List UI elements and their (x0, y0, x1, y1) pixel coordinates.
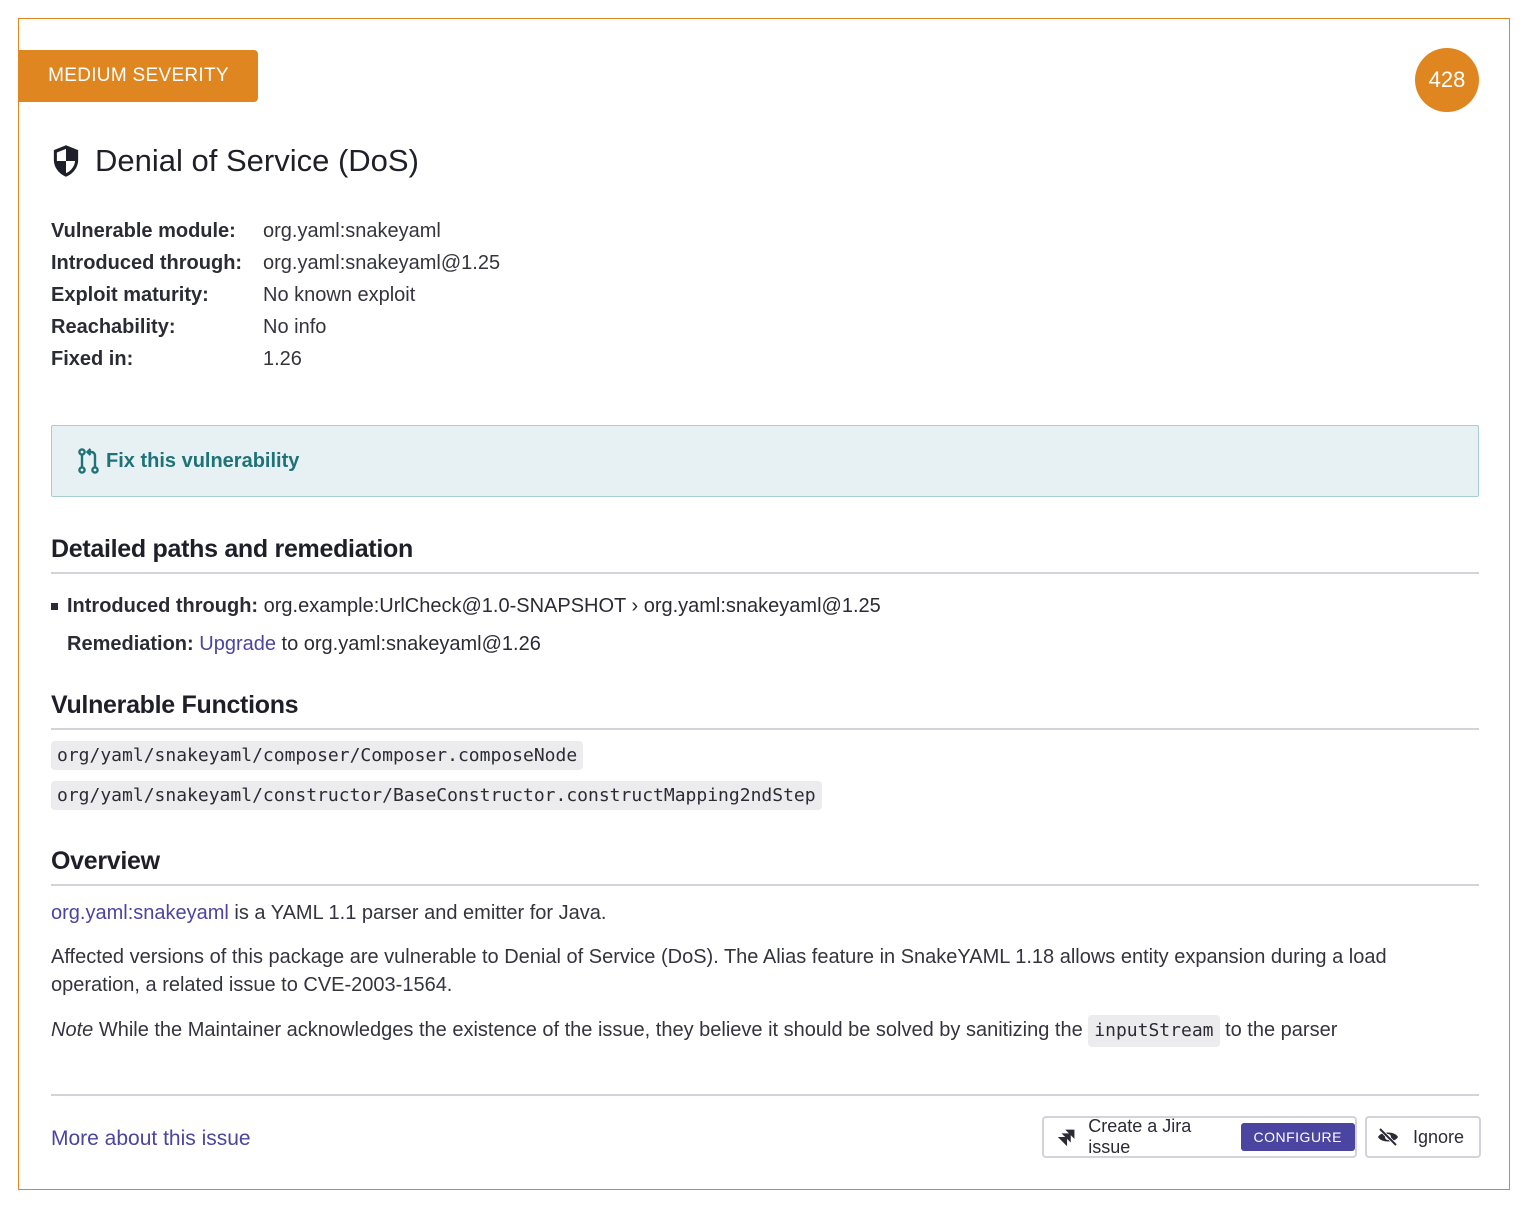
configure-button[interactable]: CONFIGURE (1240, 1123, 1355, 1151)
jira-icon (1057, 1129, 1075, 1147)
meta-row-module: Vulnerable module: org.yaml:snakeyaml (51, 215, 500, 247)
eye-slash-icon (1378, 1127, 1398, 1147)
meta-row-reachability: Reachability: No info (51, 311, 500, 343)
shield-icon (53, 145, 79, 177)
footer-divider (51, 1094, 1479, 1096)
meta-label: Introduced through: (51, 252, 243, 274)
more-about-issue-link[interactable]: More about this issue (51, 1127, 251, 1151)
meta-value: 1.26 (263, 348, 302, 370)
title-text: Denial of Service (DoS) (95, 143, 419, 178)
path-item: Introduced through: org.example:UrlCheck… (51, 587, 881, 625)
upgrade-link[interactable]: Upgrade (199, 625, 276, 663)
overview-paragraph: org.yaml:snakeyaml is a YAML 1.1 parser … (51, 899, 1451, 927)
meta-label: Reachability: (51, 316, 176, 338)
overview-body: org.yaml:snakeyaml is a YAML 1.1 parser … (51, 899, 1451, 1063)
meta-value: org.yaml:snakeyaml@1.25 (263, 252, 501, 274)
inline-code: inputStream (1088, 1015, 1220, 1047)
function-item: org/yaml/snakeyaml/composer/Composer.com… (51, 741, 584, 770)
fix-vulnerability-label: Fix this vulnerability (106, 449, 300, 472)
paths-list: Introduced through: org.example:UrlCheck… (51, 587, 881, 663)
pull-request-icon (78, 448, 99, 474)
overview-heading: Overview (51, 847, 1479, 886)
severity-badge: MEDIUM SEVERITY (19, 50, 258, 102)
introduced-value: org.example:UrlCheck@1.0-SNAPSHOT › org.… (263, 595, 881, 617)
overview-paragraph: Affected versions of this package are vu… (51, 946, 1387, 996)
remediation-text: to org.yaml:snakeyaml@1.26 (281, 633, 541, 655)
paths-heading: Detailed paths and remediation (51, 535, 1479, 574)
overview-text: to the parser (1225, 1019, 1338, 1041)
meta-row-introduced: Introduced through: org.yaml:snakeyaml@1… (51, 247, 500, 279)
fix-panel: Fix this vulnerability (51, 425, 1479, 497)
meta-value: org.yaml:snakeyaml (263, 220, 441, 242)
ignore-button[interactable]: Ignore (1365, 1116, 1481, 1158)
remediation-row: Remediation: Upgrade to org.yaml:snakeya… (51, 625, 881, 663)
ignore-label: Ignore (1413, 1126, 1465, 1147)
note-label: Note (51, 1019, 94, 1041)
function-item: org/yaml/snakeyaml/constructor/BaseConst… (51, 781, 822, 810)
vulnerability-meta: Vulnerable module: org.yaml:snakeyaml In… (51, 215, 500, 375)
overview-text: is a YAML 1.1 parser and emitter for Jav… (234, 902, 607, 924)
vulnerability-card: MEDIUM SEVERITY 428 Denial of Service (D… (18, 18, 1510, 1190)
overview-text: While the Maintainer acknowledges the ex… (98, 1019, 1083, 1041)
jira-label: Create a Jira issue (1088, 1116, 1192, 1157)
meta-value: No info (263, 316, 327, 338)
meta-row-fixed: Fixed in: 1.26 (51, 343, 500, 375)
introduced-label: Introduced through: (67, 595, 259, 617)
meta-value: No known exploit (263, 284, 416, 306)
bullet (51, 602, 58, 610)
remediation-label: Remediation: (67, 633, 194, 655)
functions-heading: Vulnerable Functions (51, 691, 1479, 730)
priority-score-badge: 428 (1415, 48, 1479, 112)
meta-row-exploit: Exploit maturity: No known exploit (51, 279, 500, 311)
fix-vulnerability-link[interactable]: Fix this vulnerability (76, 447, 299, 475)
create-jira-issue-button[interactable]: Create a Jira issue CONFIGURE (1042, 1116, 1357, 1158)
functions-list: org/yaml/snakeyaml/composer/Composer.com… (51, 741, 822, 821)
vulnerability-title: Denial of Service (DoS) (51, 143, 419, 179)
package-link[interactable]: org.yaml:snakeyaml (51, 902, 229, 924)
meta-label: Vulnerable module: (51, 220, 236, 242)
meta-label: Exploit maturity: (51, 284, 209, 306)
overview-paragraph: Note While the Maintainer acknowledges t… (51, 1015, 1451, 1047)
meta-label: Fixed in: (51, 348, 134, 370)
